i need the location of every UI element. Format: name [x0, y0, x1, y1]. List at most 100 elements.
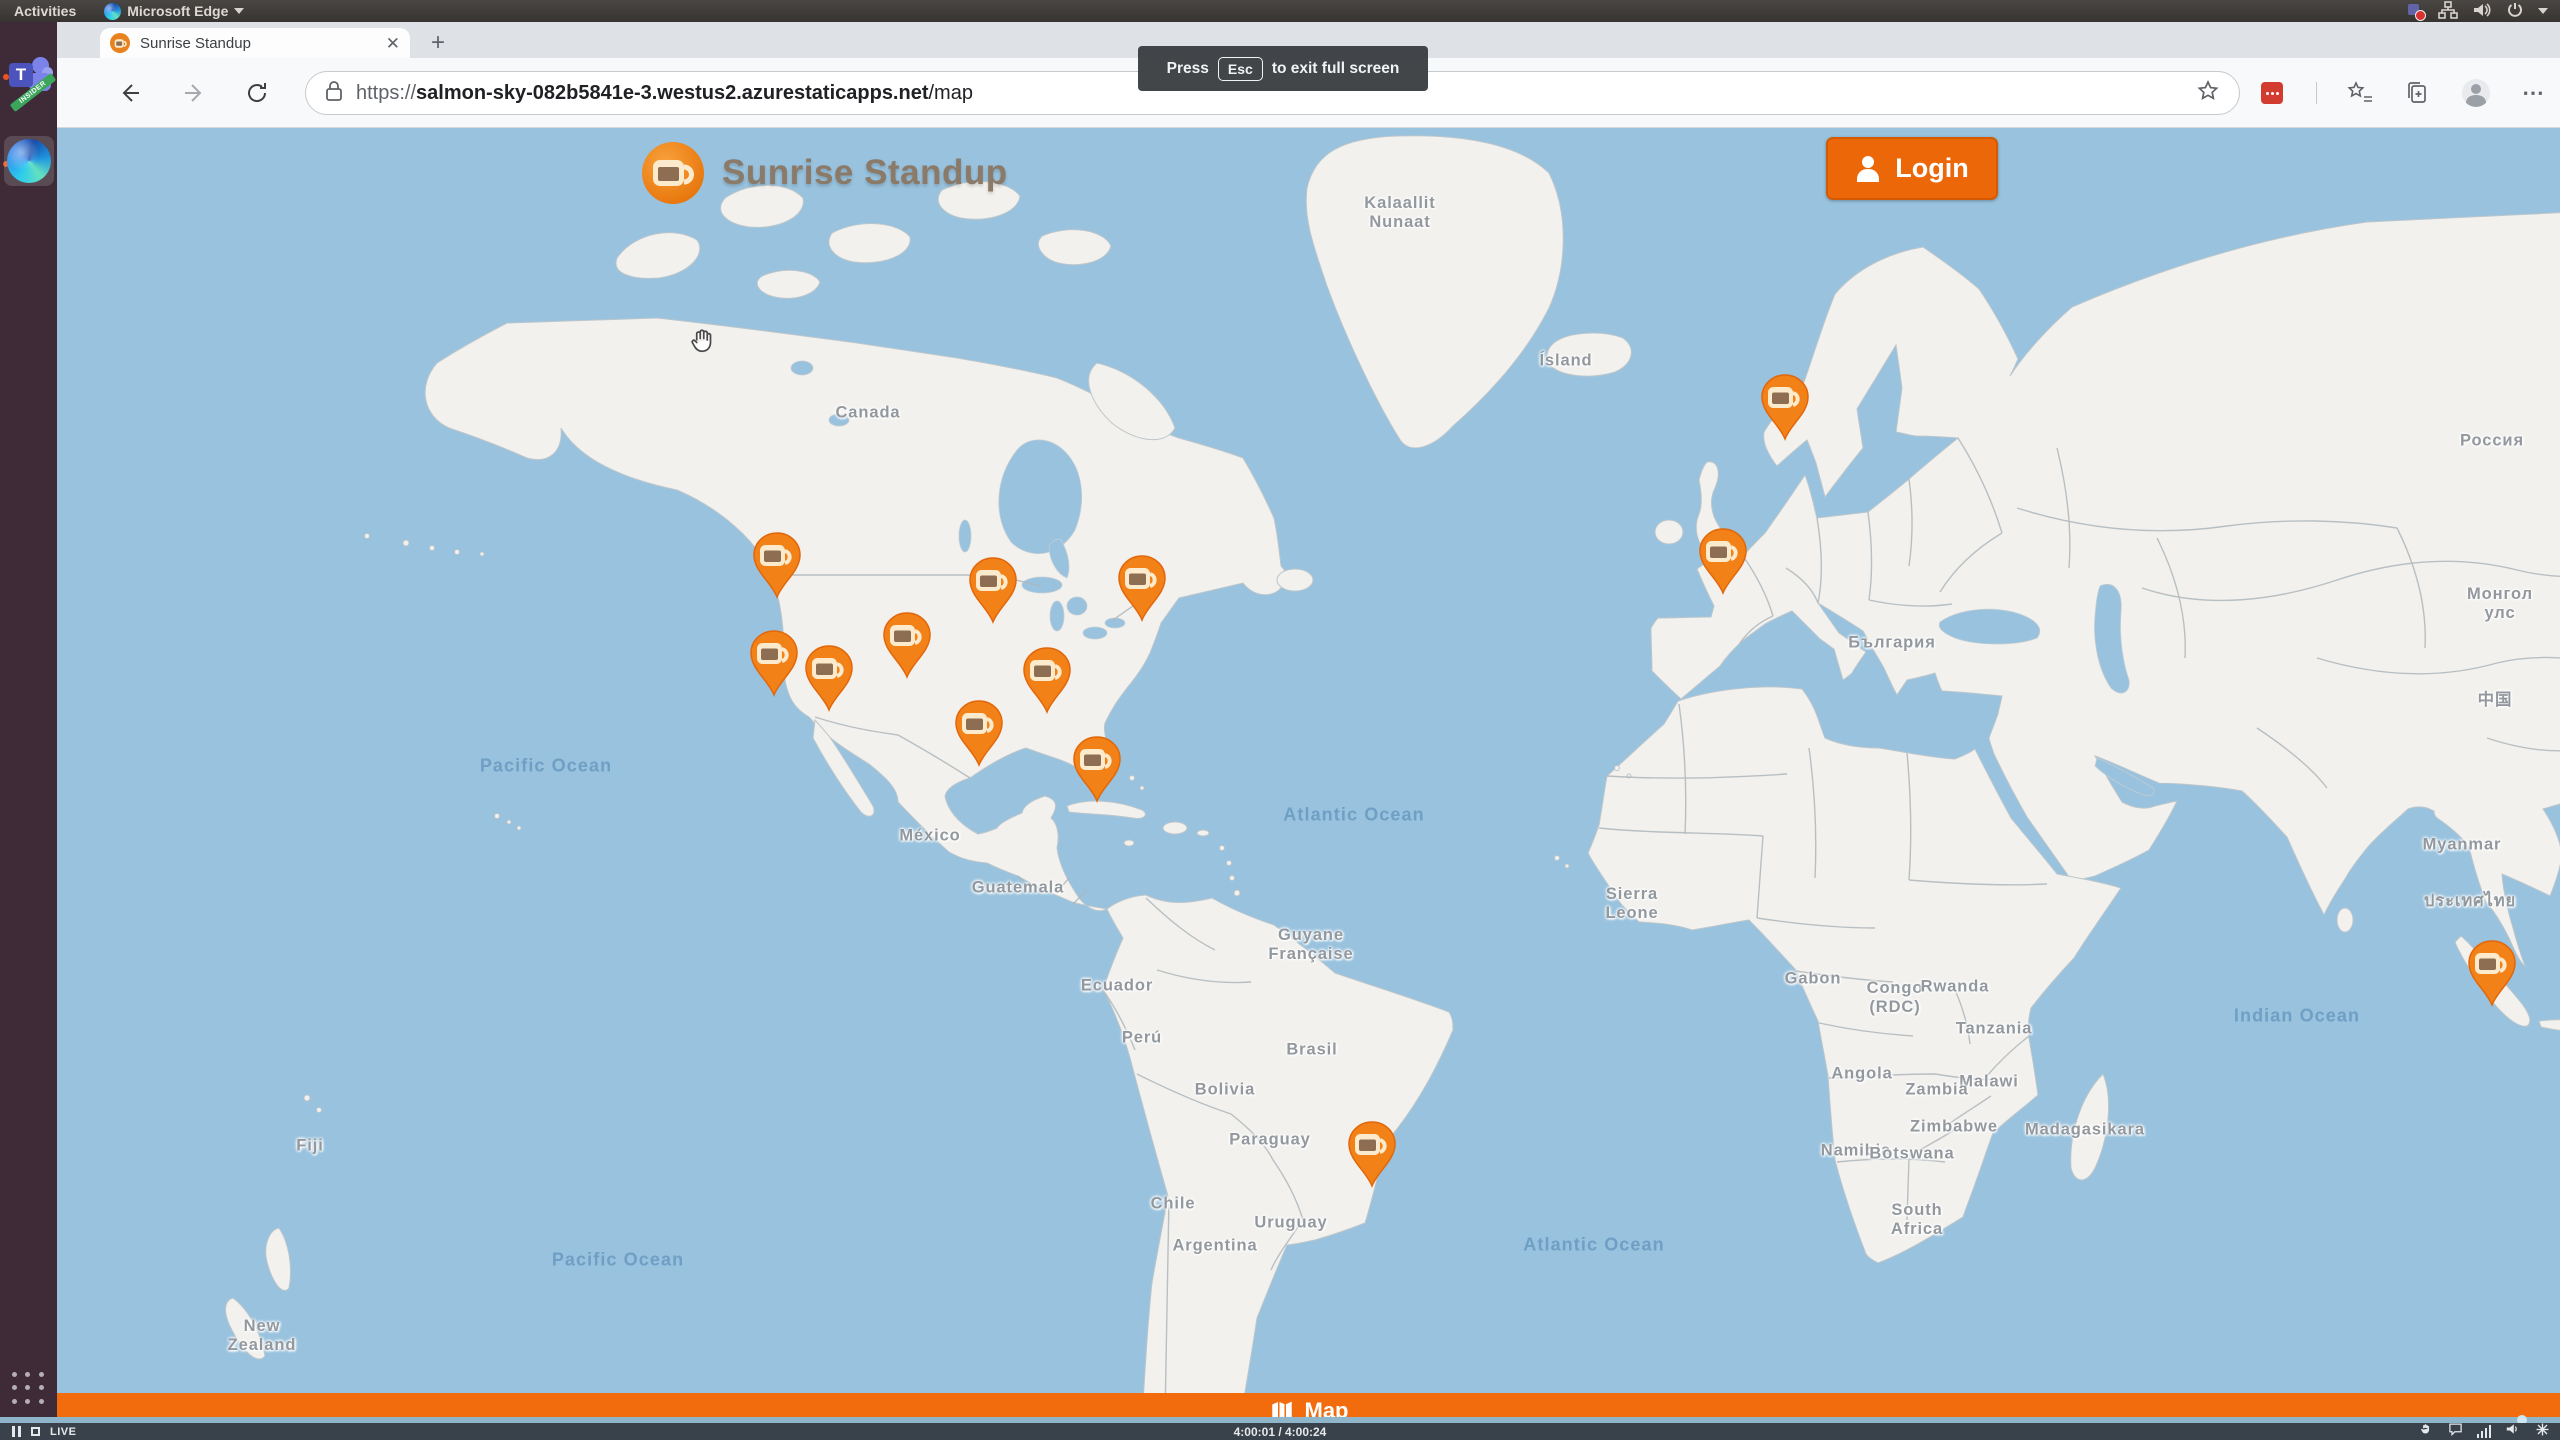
dock-item-teams[interactable]: T INSIDER: [4, 52, 57, 113]
app-menu[interactable]: Microsoft Edge: [90, 0, 258, 22]
login-button[interactable]: Login: [1826, 137, 1998, 200]
bottom-nav-bar: Map: [57, 1393, 2560, 1419]
fullscreen-icon[interactable]: [2535, 1422, 2550, 1440]
forward-button[interactable]: [177, 76, 211, 110]
map-label: Argentina: [1172, 1236, 1258, 1255]
person-icon: [1855, 155, 1881, 182]
chevron-down-icon: [234, 8, 245, 14]
fullscreen-toast: Press Esc to exit full screen: [1138, 46, 1428, 91]
map-pin-seattle[interactable]: [752, 531, 802, 600]
map-pin-minneapolis[interactable]: [968, 556, 1018, 625]
chat-icon[interactable]: [2448, 1422, 2463, 1440]
system-menu-chevron-icon[interactable]: [2538, 8, 2548, 14]
nav-map-label: Map: [1304, 1398, 1349, 1419]
back-button[interactable]: [113, 76, 147, 110]
activities-button[interactable]: Activities: [0, 0, 90, 22]
map-label: Paraguay: [1229, 1130, 1311, 1149]
map-label: New Zealand: [227, 1317, 297, 1354]
reload-button[interactable]: [241, 76, 275, 110]
sign-language-icon[interactable]: [2418, 1422, 2434, 1440]
map-label: Kalaallit Nunaat: [1364, 194, 1436, 231]
map-label: Congo (RDC): [1866, 979, 1924, 1016]
desktop-screen: Activities Microsoft Edge T INSIDER Sunr…: [0, 0, 2560, 1440]
map-label: Pacific Ocean: [479, 755, 613, 776]
teams-tray-icon[interactable]: [2408, 3, 2426, 21]
dock-item-edge[interactable]: [4, 136, 54, 186]
map-pin-london[interactable]: [1698, 527, 1748, 596]
profile-avatar[interactable]: [2461, 78, 2491, 108]
activities-label: Activities: [14, 3, 77, 19]
collections-icon[interactable]: [2403, 78, 2433, 108]
favorites-icon[interactable]: [2345, 78, 2375, 108]
settings-menu-button[interactable]: ⋯: [2519, 78, 2549, 108]
map-pin-miami[interactable]: [1072, 735, 1122, 804]
map-label: South Africa: [1890, 1201, 1944, 1238]
map-pin-singapore[interactable]: [2467, 939, 2517, 1008]
sunrise-standup-page: Kalaallit Nunaat Ísland Россия Canada México…: [57, 128, 2560, 1440]
map-pin-dallas[interactable]: [954, 699, 1004, 768]
browser-window: Sunrise Standup ✕ + https://salmon-sky-0…: [57, 22, 2560, 1440]
map-label: Atlantic Ocean: [1283, 804, 1425, 825]
stop-icon[interactable]: [31, 1427, 40, 1436]
map-pin-norway[interactable]: [1760, 373, 1810, 442]
nav-item-map[interactable]: Map: [1269, 1398, 1349, 1419]
map-label: Angola: [1831, 1064, 1893, 1083]
show-applications-button[interactable]: [12, 1372, 46, 1406]
power-icon[interactable]: [2506, 1, 2524, 22]
map-pin-st-louis[interactable]: [1022, 646, 1072, 715]
map-label: 中国: [2477, 691, 2513, 709]
add-favorite-star-icon[interactable]: [2195, 78, 2221, 109]
dock: T INSIDER: [0, 22, 57, 1440]
quality-bars-icon[interactable]: [2476, 1425, 2491, 1438]
map-label: Chile: [1150, 1194, 1196, 1213]
map-label: Canada: [835, 403, 901, 422]
brand-title: Sunrise Standup: [722, 153, 1008, 192]
map-label: Guyane Française: [1268, 926, 1354, 963]
volume-icon[interactable]: [2505, 1422, 2521, 1440]
map-pin-montreal[interactable]: [1117, 554, 1167, 623]
teams-icon: T INSIDER: [7, 55, 57, 113]
world-map-canvas[interactable]: [57, 128, 2560, 1440]
map-label: Ecuador: [1080, 976, 1154, 995]
map-label: Perú: [1121, 1028, 1163, 1047]
url-scheme: https://: [356, 81, 417, 104]
map-pin-san-francisco[interactable]: [749, 629, 799, 698]
map-label: México: [899, 826, 961, 845]
map-label: Indian Ocean: [2233, 1005, 2361, 1026]
map-label: Монгол улс: [2467, 585, 2533, 622]
map-pin-sao-paulo[interactable]: [1347, 1120, 1397, 1189]
live-badge: LIVE: [50, 1425, 77, 1438]
pause-button[interactable]: [12, 1426, 21, 1437]
tab-close-icon[interactable]: ✕: [386, 35, 400, 52]
map-label: Россия: [2460, 431, 2524, 450]
map-label: Madagasikara: [2025, 1120, 2145, 1139]
map-label: Fiji: [296, 1136, 324, 1155]
lock-icon: [324, 79, 344, 108]
extension-icon[interactable]: [2257, 78, 2287, 108]
map-label: Uruguay: [1254, 1213, 1328, 1232]
tab-favicon-icon: [110, 33, 130, 53]
map-label: Myanmar: [2422, 835, 2502, 854]
new-tab-button[interactable]: +: [425, 29, 451, 56]
network-icon[interactable]: [2438, 0, 2458, 22]
map-label: Gabon: [1784, 969, 1842, 988]
login-label: Login: [1895, 153, 1969, 183]
site-logo[interactable]: Sunrise Standup: [640, 140, 1008, 206]
volume-icon[interactable]: [2472, 1, 2492, 22]
map-label: Guatemala: [971, 878, 1065, 897]
edge-icon: [104, 2, 122, 20]
tab-sunrise-standup[interactable]: Sunrise Standup ✕: [100, 28, 410, 58]
player-time: 4:00:01 / 4:00:24: [1233, 1424, 1327, 1439]
map-label: Pacific Ocean: [551, 1249, 685, 1270]
toast-suffix: to exit full screen: [1271, 59, 1400, 77]
map-icon: [1271, 1401, 1292, 1419]
toolbar-divider: [2316, 82, 2317, 104]
map-pin-kansas[interactable]: [882, 611, 932, 680]
gnome-top-bar: Activities Microsoft Edge: [0, 0, 2560, 22]
edge-icon: [7, 139, 51, 183]
map-label: България: [1848, 633, 1936, 652]
esc-keycap: Esc: [1217, 56, 1263, 81]
map-label: ประเทศไทย: [2423, 892, 2517, 910]
map-pin-las-vegas[interactable]: [804, 644, 854, 713]
app-menu-label: Microsoft Edge: [127, 3, 229, 19]
